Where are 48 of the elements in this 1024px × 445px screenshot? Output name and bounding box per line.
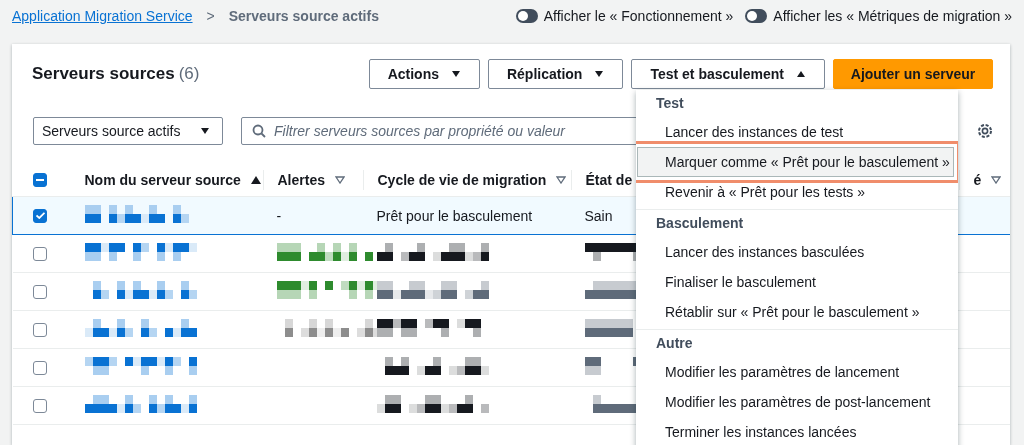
menu-item[interactable]: Rétablir sur « Prêt pour le basculement » bbox=[637, 297, 954, 327]
caret-icon bbox=[450, 70, 461, 78]
menu-item[interactable]: Lancer des instances basculées bbox=[637, 237, 954, 267]
row-checkbox[interactable] bbox=[32, 246, 47, 261]
row-checkbox[interactable] bbox=[33, 208, 47, 223]
menu-item[interactable]: Revenir à « Prêt pour les tests » bbox=[637, 177, 954, 207]
row-checkbox[interactable] bbox=[32, 360, 47, 375]
toggle-switch[interactable] bbox=[515, 9, 538, 23]
column-header[interactable]: Nom du serveur source bbox=[84, 172, 241, 188]
menu-item[interactable]: Lancer des instances de test bbox=[637, 117, 954, 147]
breadcrumb-link[interactable]: Application Migration Service bbox=[12, 8, 193, 24]
search-icon bbox=[252, 124, 266, 138]
column-header[interactable]: État de bbox=[585, 172, 633, 188]
row-checkbox[interactable] bbox=[32, 398, 47, 413]
breadcrumb-current: Serveurs source actifs bbox=[228, 8, 379, 24]
minus-icon bbox=[35, 179, 44, 181]
table-cell: Prêt pour le basculement bbox=[376, 207, 533, 224]
column-header[interactable]: Cycle de vie de migration bbox=[377, 172, 547, 188]
toggle-label: Afficher le « Fonctionnement » bbox=[543, 8, 734, 24]
dropdown-button[interactable]: Réplication bbox=[487, 59, 624, 89]
panel-title: Serveurs sources bbox=[32, 64, 175, 83]
menu-item[interactable]: Finaliser le basculement bbox=[637, 267, 954, 297]
dropdown-button[interactable]: Test et basculement bbox=[631, 59, 825, 89]
row-checkbox[interactable] bbox=[32, 322, 47, 337]
menu-item[interactable]: Modifier les paramètres de lancement bbox=[637, 357, 954, 387]
caret-icon bbox=[796, 70, 806, 78]
menu-group-heading: Autre bbox=[655, 334, 693, 353]
toggle-switch[interactable] bbox=[745, 9, 768, 23]
row-checkbox[interactable] bbox=[32, 284, 47, 299]
caret-icon bbox=[200, 127, 210, 135]
column-header[interactable]: é bbox=[973, 172, 982, 188]
caret-icon bbox=[594, 70, 605, 78]
server-count: (6) bbox=[178, 64, 200, 83]
filter-select[interactable]: Serveurs source actifs bbox=[33, 117, 223, 145]
table-cell: - bbox=[276, 207, 282, 224]
menu-group-heading: Test bbox=[655, 94, 684, 113]
menu-item[interactable]: Terminer les instances lancées bbox=[637, 417, 954, 445]
breadcrumb-separator: > bbox=[206, 8, 215, 24]
check-icon bbox=[35, 212, 45, 219]
table-cell: Sain bbox=[584, 207, 613, 224]
add-server-button[interactable]: Ajouter un serveur bbox=[833, 59, 993, 89]
select-all-checkbox[interactable] bbox=[32, 173, 47, 187]
menu-group-heading: Basculement bbox=[655, 214, 744, 233]
toggle-label: Afficher les « Métriques de migration » bbox=[773, 8, 1012, 24]
column-header[interactable]: Alertes bbox=[277, 172, 325, 188]
menu-item[interactable]: Modifier les paramètres de post-lancement bbox=[637, 387, 954, 417]
settings-icon[interactable] bbox=[976, 122, 994, 140]
dropdown-button[interactable]: Actions bbox=[368, 59, 480, 89]
